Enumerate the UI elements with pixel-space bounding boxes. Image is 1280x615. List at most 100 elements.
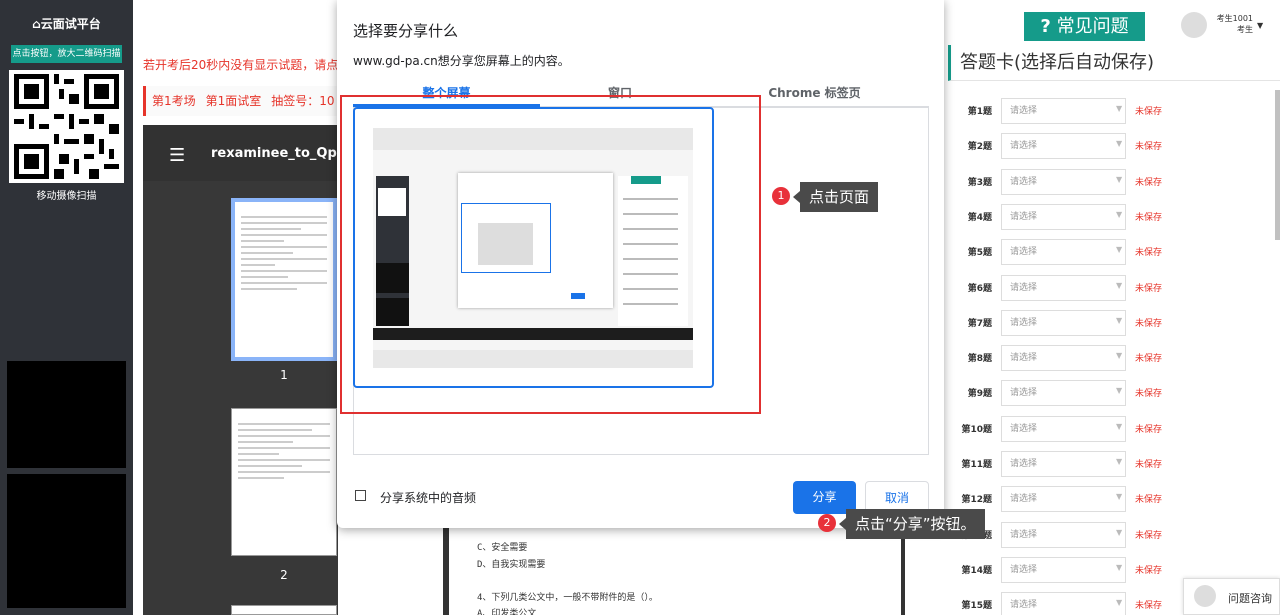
user-info[interactable]: 考生1001 考生 bbox=[1213, 13, 1253, 35]
save-status: 未保存 bbox=[1135, 389, 1163, 400]
page-number-2: 2 bbox=[280, 568, 288, 582]
save-status: 未保存 bbox=[1135, 565, 1163, 576]
save-status: 未保存 bbox=[1135, 424, 1163, 435]
answer-select[interactable]: 请选择 bbox=[1001, 451, 1126, 477]
answer-row: 第13题请选择▼未保存 bbox=[948, 521, 1248, 548]
answer-select[interactable]: 请选择 bbox=[1001, 380, 1126, 407]
dialog-subtitle: www.gd-pa.cn想分享您屏幕上的内容。 bbox=[353, 54, 570, 68]
save-status: 未保存 bbox=[1135, 107, 1163, 117]
answer-select[interactable]: 请选择 bbox=[1001, 133, 1126, 160]
page-thumbnail-2[interactable] bbox=[231, 408, 337, 556]
question-label: 第14题 bbox=[961, 565, 992, 576]
doc-line: C、安全需要 bbox=[477, 543, 528, 553]
question-label: 第12题 bbox=[961, 495, 992, 506]
doc-line: A、印发类公文 bbox=[477, 609, 537, 615]
chevron-down-icon: ▼ bbox=[1116, 386, 1123, 396]
answer-select[interactable]: 请选择 bbox=[1001, 239, 1126, 266]
avatar[interactable] bbox=[1181, 12, 1207, 38]
answer-select[interactable]: 请选择 bbox=[1001, 98, 1126, 124]
answer-select[interactable]: 请选择 bbox=[1001, 309, 1126, 336]
consult-button[interactable]: 问题咨询 bbox=[1183, 578, 1280, 615]
answer-row: 第9题 请选择 ▼ 未保存 bbox=[948, 380, 1248, 407]
chevron-down-icon: ▼ bbox=[1116, 280, 1123, 290]
chevron-down-icon: ▼ bbox=[1116, 421, 1123, 431]
chevron-down-icon: ▼ bbox=[1116, 598, 1123, 608]
chevron-down-icon: ▼ bbox=[1116, 139, 1123, 149]
question-label: 第3题 bbox=[967, 177, 992, 188]
question-label: 第2题 bbox=[967, 142, 992, 153]
chevron-down-icon[interactable]: ▼ bbox=[1257, 21, 1263, 30]
save-status: 未保存 bbox=[1135, 177, 1163, 188]
chevron-down-icon: ▼ bbox=[1116, 562, 1123, 572]
doc-line: 4、下列几类公文中，一般不带附件的是（）。 bbox=[477, 593, 658, 603]
chevron-down-icon: ▼ bbox=[1116, 245, 1123, 255]
chevron-down-icon: ▼ bbox=[1116, 104, 1123, 113]
exam-room: 第1考场 bbox=[152, 94, 196, 108]
chevron-down-icon: ▼ bbox=[1116, 492, 1123, 502]
question-label: 第7题 bbox=[967, 318, 992, 329]
platform-title: ⌂云面试平台 bbox=[32, 17, 101, 31]
scrollbar[interactable] bbox=[1275, 90, 1280, 240]
answer-select[interactable]: 请选择 bbox=[1001, 345, 1126, 372]
camera-video-1 bbox=[7, 361, 126, 468]
audio-checkbox[interactable] bbox=[355, 490, 366, 501]
answer-select[interactable]: 请选择 bbox=[1001, 168, 1126, 195]
answer-row: 第4题 请选择 ▼ 未保存 bbox=[948, 203, 1248, 230]
save-status: 未保存 bbox=[1135, 495, 1163, 506]
lot-number: 抽签号：10 bbox=[271, 94, 335, 108]
page-thumbnail-3[interactable] bbox=[231, 605, 337, 615]
question-label: 第1题 bbox=[967, 107, 992, 117]
question-label: 第9题 bbox=[967, 389, 992, 400]
chevron-down-icon: ▼ bbox=[1116, 527, 1123, 537]
answer-row: 第1题 请选择 ▼ 未保存 bbox=[948, 98, 1248, 124]
faq-button[interactable]: ? 常见问题 bbox=[1024, 12, 1145, 41]
save-status: 未保存 bbox=[1135, 283, 1163, 294]
answer-row: 第8题 请选择 ▼ 未保存 bbox=[948, 345, 1248, 372]
question-label: 第5题 bbox=[967, 248, 992, 259]
answer-row: 第12题 请选择 ▼ 未保存 bbox=[948, 486, 1248, 513]
exam-info-bar: 第1考场 第1面试室 抽签号：10 bbox=[143, 86, 338, 116]
save-status: 未保存 bbox=[1135, 354, 1163, 365]
save-status: 未保存 bbox=[1135, 248, 1163, 259]
support-icon bbox=[1194, 585, 1216, 607]
pdf-viewer: ☰ rexaminee_to_Qpath 1 2 bbox=[143, 125, 361, 615]
chevron-down-icon: ▼ bbox=[1116, 315, 1123, 325]
chevron-down-icon: ▼ bbox=[1116, 457, 1123, 466]
answer-row: 第2题 请选择 ▼ 未保存 bbox=[948, 133, 1248, 160]
question-label: 第10题 bbox=[961, 424, 992, 435]
answer-row: 第3题 请选择 ▼ 未保存 bbox=[948, 168, 1248, 195]
home-icon: ⌂ bbox=[32, 17, 41, 31]
highlight-box bbox=[340, 95, 761, 414]
answer-select[interactable]: 请选择 bbox=[1001, 556, 1126, 583]
chevron-down-icon: ▼ bbox=[1116, 209, 1123, 219]
save-status: 未保存 bbox=[1135, 142, 1163, 153]
callout-click-page: 点击页面 bbox=[792, 182, 879, 212]
answer-select[interactable]: 请选择 bbox=[1001, 415, 1126, 442]
menu-icon[interactable]: ☰ bbox=[169, 145, 185, 166]
question-icon: ? bbox=[1040, 16, 1051, 37]
camera-video-2 bbox=[7, 474, 126, 608]
left-sidebar: ⌂云面试平台 点击按钮，放大二维码扫描 移动摄像扫描 bbox=[0, 0, 133, 615]
answer-select[interactable]: 请选择 bbox=[1001, 521, 1126, 548]
answer-row: 第6题 请选择 ▼ 未保存 bbox=[948, 274, 1248, 301]
question-label: 第15题 bbox=[961, 601, 992, 612]
answer-select[interactable]: 请选择 bbox=[1001, 274, 1126, 301]
answer-select[interactable]: 请选择 bbox=[1001, 486, 1126, 513]
callout-click-share: 点击“分享”按钮。 bbox=[839, 509, 985, 539]
qr-code bbox=[9, 70, 124, 183]
page-thumbnail-1[interactable] bbox=[231, 198, 337, 361]
question-label: 第6题 bbox=[967, 283, 992, 294]
notice-text: 若开考后20秒内没有显示试题，请点 bbox=[143, 58, 339, 72]
answer-row: 第11题 请选择 ▼ 未保存 bbox=[948, 451, 1248, 477]
question-label: 第8题 bbox=[967, 354, 992, 365]
interview-room: 第1面试室 bbox=[205, 94, 262, 108]
answer-select[interactable]: 请选择 bbox=[1001, 203, 1126, 230]
answer-select[interactable]: 请选择 bbox=[1001, 592, 1126, 615]
save-status: 未保存 bbox=[1135, 212, 1163, 223]
question-label: 第11题 bbox=[961, 460, 992, 470]
enlarge-qr-button[interactable]: 点击按钮，放大二维码扫描 bbox=[11, 45, 122, 63]
audio-label: 分享系统中的音频 bbox=[380, 491, 477, 505]
save-status: 未保存 bbox=[1135, 601, 1163, 612]
answer-card-title: 答题卡(选择后自动保存) bbox=[948, 45, 1280, 81]
save-status: 未保存 bbox=[1135, 530, 1163, 541]
